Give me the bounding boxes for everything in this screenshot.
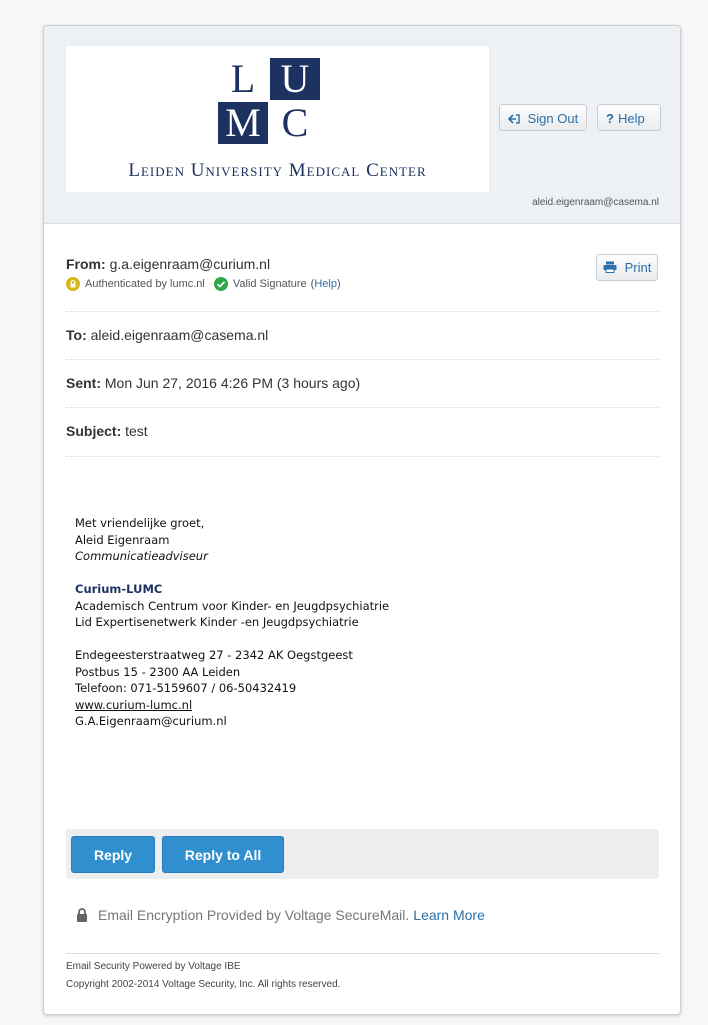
subject-label: Subject: [66, 423, 122, 439]
question-icon: ? [606, 111, 614, 126]
help-button[interactable]: ? Help [597, 104, 661, 131]
check-icon [213, 277, 228, 291]
logo-letter-u: U [270, 58, 320, 100]
body-website-link[interactable]: www.curium-lumc.nl [75, 698, 192, 712]
help-label: Help [617, 111, 645, 126]
footer-divider [66, 953, 660, 954]
lock-icon [66, 277, 80, 291]
divider [66, 311, 660, 312]
subject-field: Subject: test [66, 423, 660, 439]
body-address-1: Endegeesterstraatweg 27 - 2342 AK Oegstg… [75, 648, 353, 662]
printer-icon [603, 260, 625, 275]
encryption-text: Email Encryption Provided by Voltage Sec… [98, 907, 410, 923]
encryption-notice: Email Encryption Provided by Voltage Sec… [76, 907, 485, 923]
body-org-line-2: Lid Expertisenetwerk Kinder -en Jeugdpsy… [75, 615, 359, 629]
footer-copyright: Copyright 2002-2014 Voltage Security, In… [66, 979, 341, 990]
body-address-2: Postbus 15 - 2300 AA Leiden [75, 664, 241, 679]
logo-letter-c: C [270, 102, 320, 144]
sign-out-icon [507, 111, 524, 126]
reply-toolbar: Reply Reply to All [66, 829, 659, 879]
body-name: Aleid Eigenraam [75, 532, 170, 547]
valid-signature-text: Valid Signature [232, 278, 307, 290]
body-role: Communicatieadviseur [75, 549, 208, 563]
logo-institution-name: Leiden University Medical Center [128, 160, 427, 181]
body-organization: Curium-LUMC [75, 582, 163, 596]
sent-value: Mon Jun 27, 2016 4:26 PM (3 hours ago) [104, 375, 361, 391]
from-label: From: [66, 256, 106, 272]
logo-letter-l: L [218, 58, 268, 100]
learn-more-link[interactable]: Learn More [413, 907, 485, 923]
sign-out-label: Sign Out [527, 111, 579, 126]
from-value: g.a.eigenraam@curium.nl [109, 256, 271, 272]
print-button[interactable]: Print [596, 254, 658, 281]
sign-out-button[interactable]: Sign Out [499, 104, 587, 131]
divider [66, 407, 660, 408]
lumc-monogram: L U M C [218, 58, 320, 144]
signature-help-link[interactable]: Help [314, 278, 337, 290]
authenticated-text: Authenticated by lumc.nl [85, 278, 205, 290]
lumc-logo: L U M C Leiden University Medical Center [66, 46, 489, 192]
message-body: Met vriendelijke groet, Aleid Eigenraam … [75, 515, 635, 730]
to-value: aleid.eigenraam@casema.nl [90, 327, 269, 343]
sent-label: Sent: [66, 375, 101, 391]
from-field: From: g.a.eigenraam@curium.nl [66, 256, 660, 272]
auth-status: Authenticated by lumc.nl Valid Signature… [66, 277, 341, 291]
reply-button[interactable]: Reply [71, 836, 155, 873]
reply-all-button[interactable]: Reply to All [162, 836, 284, 873]
page-header: L U M C Leiden University Medical Center… [44, 26, 680, 224]
subject-value: test [125, 423, 148, 439]
sent-field: Sent: Mon Jun 27, 2016 4:26 PM (3 hours … [66, 375, 660, 391]
padlock-icon [76, 907, 88, 923]
print-label: Print [624, 260, 652, 275]
to-label: To: [66, 327, 87, 343]
divider [66, 359, 660, 360]
signed-in-email: aleid.eigenraam@casema.nl [532, 197, 659, 208]
footer-powered-by: Email Security Powered by Voltage IBE [66, 961, 241, 972]
to-field: To: aleid.eigenraam@casema.nl [66, 327, 660, 343]
divider [66, 456, 660, 457]
body-greeting: Met vriendelijke groet, [75, 516, 205, 530]
logo-letter-m: M [218, 102, 268, 144]
secure-mail-card: L U M C Leiden University Medical Center… [43, 25, 681, 1015]
body-org-line-1: Academisch Centrum voor Kinder- en Jeugd… [75, 598, 390, 613]
body-email: G.A.Eigenraam@curium.nl [75, 714, 227, 728]
body-phone: Telefoon: 071-5159607 / 06-50432419 [75, 681, 297, 695]
